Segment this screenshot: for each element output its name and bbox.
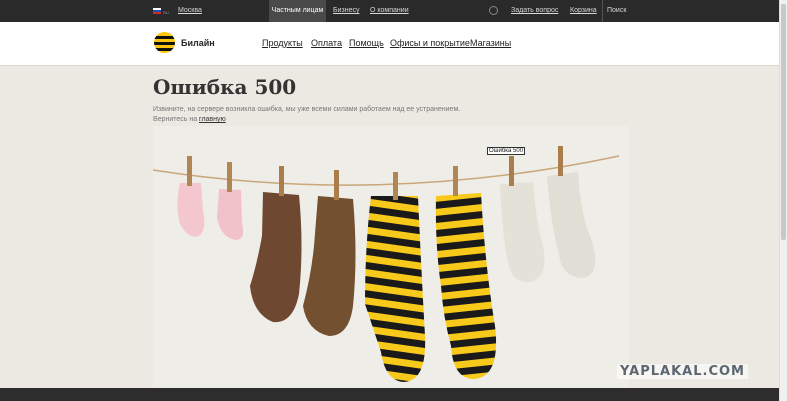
beeline-logo-icon[interactable] xyxy=(154,32,175,53)
russia-flag-icon[interactable] xyxy=(153,8,161,14)
error-message: Извините, на сервере возникла ошибка, мы… xyxy=(153,106,461,113)
nav-item-shops[interactable]: Магазины xyxy=(470,38,511,48)
segment-tab-about[interactable]: О компании xyxy=(370,7,409,14)
footer-bar xyxy=(0,388,779,401)
page-scrollbar[interactable] xyxy=(779,0,787,401)
back-prefix: Вернитесь на xyxy=(153,116,200,123)
divider xyxy=(602,0,603,22)
cart-link[interactable]: Корзина xyxy=(570,7,597,14)
ask-question-link[interactable]: Задать вопрос xyxy=(511,7,558,14)
nav-item-help[interactable]: Помощь xyxy=(349,38,384,48)
language-label[interactable]: RU xyxy=(163,10,169,15)
page: RU Москва Частным лицам Бизнесу О компан… xyxy=(0,0,779,401)
home-link[interactable]: главную xyxy=(199,116,226,123)
search-button[interactable]: Поиск xyxy=(607,7,626,14)
chat-icon[interactable] xyxy=(489,6,498,15)
page-title: Ошибка 500 xyxy=(153,75,297,99)
socks-clothesline-image xyxy=(152,146,620,382)
socks-illustration xyxy=(152,126,629,388)
nav-item-products[interactable]: Продукты xyxy=(262,38,303,48)
nav-item-payment[interactable]: Оплата xyxy=(311,38,342,48)
image-tooltip: Ошибка 500 xyxy=(487,147,526,155)
watermark: YAPLAKAL.COM xyxy=(617,364,748,379)
city-selector[interactable]: Москва xyxy=(178,7,202,14)
scrollbar-thumb[interactable] xyxy=(781,4,786,240)
nav-item-offices[interactable]: Офисы и покрытие xyxy=(390,38,470,48)
brand-name[interactable]: Билайн xyxy=(181,38,215,48)
back-line: Вернитесь на главную xyxy=(153,116,226,123)
main-header: Билайн Продукты Оплата Помощь Офисы и по… xyxy=(0,22,779,66)
segment-tab-private[interactable]: Частным лицам xyxy=(269,0,326,22)
segment-tab-business[interactable]: Бизнесу xyxy=(333,7,359,14)
top-bar: RU Москва Частным лицам Бизнесу О компан… xyxy=(0,0,779,22)
